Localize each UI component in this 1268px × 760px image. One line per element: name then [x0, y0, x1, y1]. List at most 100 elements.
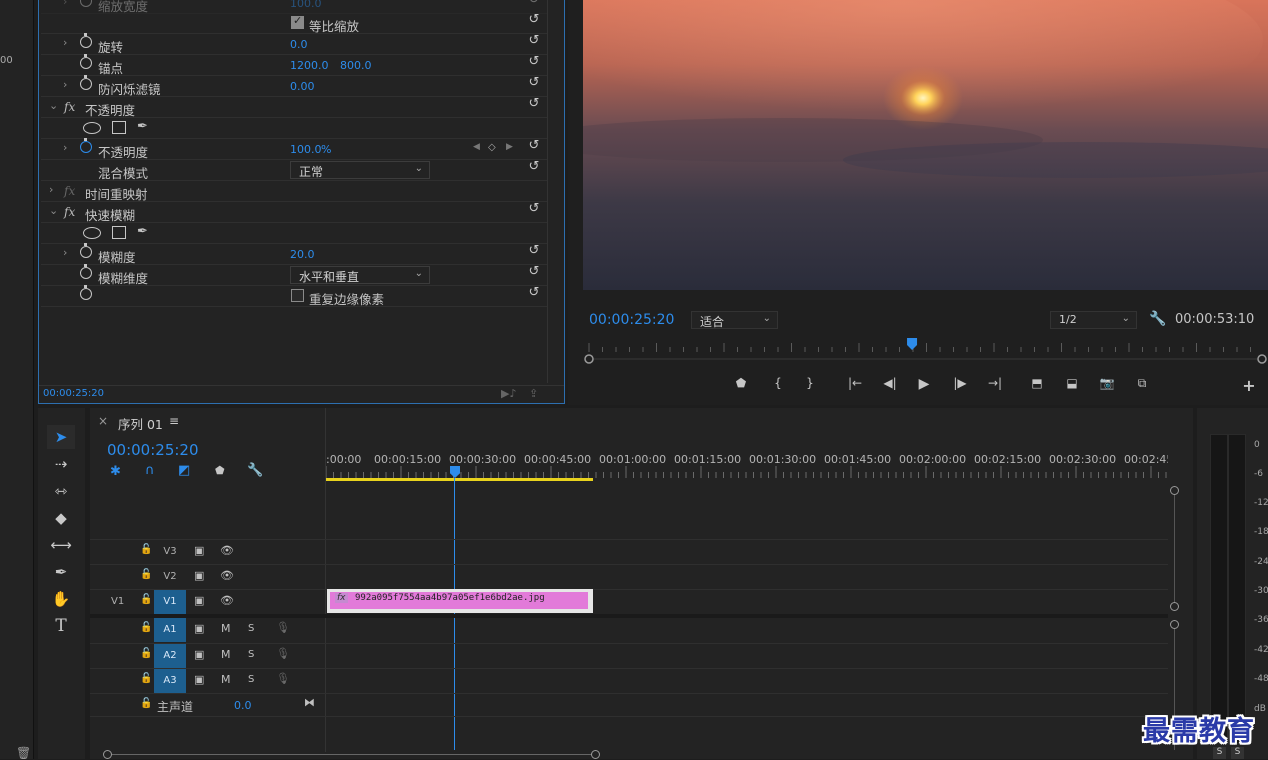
- reset-icon[interactable]: ↺: [527, 97, 541, 111]
- timeline-zoom-bar[interactable]: [107, 754, 597, 755]
- audio-only-icon[interactable]: ▶♪: [501, 387, 516, 400]
- zoom-handle-right[interactable]: [591, 750, 600, 759]
- panel-menu-icon[interactable]: ≡: [169, 414, 179, 428]
- track-name[interactable]: A1: [154, 618, 186, 642]
- pen-tool-icon[interactable]: ✒: [47, 560, 75, 584]
- add-marker-icon[interactable]: ⬟: [215, 464, 225, 477]
- slip-tool-icon[interactable]: ⟷: [47, 533, 75, 557]
- chevron-right-icon[interactable]: ›: [63, 78, 67, 91]
- track-name[interactable]: V1: [154, 590, 186, 614]
- reset-icon[interactable]: ↺: [527, 160, 541, 174]
- stopwatch-icon[interactable]: [80, 0, 92, 7]
- timeline-timecode[interactable]: 00:00:25:20: [107, 441, 199, 459]
- film-icon[interactable]: ▣: [194, 648, 204, 661]
- stopwatch-icon[interactable]: [80, 285, 92, 300]
- eye-icon[interactable]: 👁: [220, 544, 234, 557]
- property-value[interactable]: 100.0: [290, 143, 322, 156]
- source-patch[interactable]: V1: [111, 596, 124, 607]
- add-marker-icon[interactable]: ⬟: [731, 376, 751, 392]
- fx-icon[interactable]: fx: [64, 205, 75, 219]
- chevron-right-icon[interactable]: ›: [63, 0, 67, 8]
- solo-right-button[interactable]: S: [1231, 747, 1244, 759]
- stopwatch-icon[interactable]: [80, 138, 92, 153]
- video-vscroll[interactable]: [1174, 490, 1175, 607]
- add-button-icon[interactable]: +: [1239, 376, 1259, 395]
- chevron-down-icon[interactable]: ⌄: [49, 99, 58, 112]
- program-video-frame[interactable]: [583, 0, 1268, 290]
- extract-icon[interactable]: ⬓: [1062, 376, 1082, 392]
- type-tool-icon[interactable]: T: [47, 614, 75, 638]
- go-to-out-icon[interactable]: →|: [985, 376, 1005, 392]
- lock-icon[interactable]: 🔓: [140, 622, 152, 633]
- row-opacity-effect[interactable]: ⌄ fx 不透明度 ↺: [41, 97, 547, 118]
- lift-icon[interactable]: ⬒: [1027, 376, 1047, 392]
- eye-icon[interactable]: 👁: [220, 569, 234, 582]
- pen-mask-icon[interactable]: ✒: [137, 224, 148, 239]
- ellipse-mask-icon[interactable]: [83, 227, 101, 239]
- ellipse-mask-icon[interactable]: [83, 122, 101, 134]
- track-select-tool-icon[interactable]: ⇢: [47, 452, 75, 476]
- stopwatch-icon[interactable]: [80, 33, 92, 48]
- play-icon[interactable]: ▶: [914, 376, 934, 392]
- nest-toggle-icon[interactable]: ✱: [110, 464, 121, 479]
- reset-icon[interactable]: ↺: [527, 265, 541, 279]
- zoom-handle-left[interactable]: [103, 750, 112, 759]
- repeat-edge-checkbox[interactable]: [291, 289, 304, 302]
- reset-icon[interactable]: ↺: [527, 202, 541, 216]
- scroll-handle-top[interactable]: [1170, 620, 1179, 629]
- microphone-icon[interactable]: 🎙: [276, 621, 290, 634]
- program-timecode[interactable]: 00:00:25:20: [589, 312, 674, 328]
- mark-in-icon[interactable]: {: [768, 376, 788, 392]
- mute-button[interactable]: M: [221, 648, 231, 661]
- film-icon[interactable]: ▣: [194, 594, 204, 607]
- reset-icon[interactable]: ↺: [527, 34, 541, 48]
- prev-keyframe-icon[interactable]: ◀: [473, 142, 480, 152]
- mark-out-icon[interactable]: }: [800, 376, 820, 392]
- mute-button[interactable]: M: [221, 622, 231, 635]
- rectangle-mask-icon[interactable]: [112, 226, 126, 239]
- compare-view-icon[interactable]: ⧉: [1132, 376, 1152, 392]
- chevron-right-icon[interactable]: ›: [49, 183, 53, 196]
- row-fast-blur[interactable]: ⌄ fx 快速模糊 ↺: [41, 202, 547, 223]
- effect-controls-timecode[interactable]: 00:00:25:20: [43, 388, 104, 399]
- property-value[interactable]: 20.0: [290, 248, 315, 261]
- scroll-handle-bottom[interactable]: [1170, 602, 1179, 611]
- stopwatch-icon[interactable]: [80, 75, 92, 90]
- lock-icon[interactable]: 🔓: [140, 673, 152, 684]
- track-name[interactable]: V2: [154, 565, 186, 589]
- next-keyframe-icon[interactable]: ▶: [506, 142, 513, 152]
- stopwatch-icon[interactable]: [80, 264, 92, 279]
- add-keyframe-icon[interactable]: ◇: [488, 142, 496, 153]
- solo-button[interactable]: S: [248, 674, 254, 685]
- step-back-icon[interactable]: ◀|: [880, 376, 900, 392]
- film-icon[interactable]: ▣: [194, 622, 204, 635]
- eye-icon[interactable]: 👁: [220, 594, 234, 607]
- chevron-right-icon[interactable]: ›: [63, 246, 67, 259]
- timeline-clip[interactable]: fx 992a095f7554aa4b97a05ef1e6bd2ae.jpg: [327, 589, 593, 613]
- row-time-remap[interactable]: › fx 时间重映射: [41, 181, 547, 202]
- reset-icon[interactable]: ↺: [527, 244, 541, 258]
- timeline-settings-icon[interactable]: 🔧: [247, 463, 263, 478]
- property-value[interactable]: 0.00: [290, 80, 315, 93]
- microphone-icon[interactable]: 🎙: [276, 647, 290, 660]
- linked-selection-icon[interactable]: ◩: [178, 463, 190, 478]
- property-value[interactable]: 100.0: [290, 0, 322, 10]
- reset-icon[interactable]: ↺: [527, 286, 541, 300]
- fit-dropdown[interactable]: 适合 ⌄: [691, 311, 778, 329]
- go-to-end-icon[interactable]: ⧓: [304, 696, 315, 709]
- hand-tool-icon[interactable]: ✋: [47, 587, 75, 611]
- lock-icon[interactable]: 🔓: [140, 648, 152, 659]
- razor-tool-icon[interactable]: ◆: [47, 506, 75, 530]
- blend-mode-dropdown[interactable]: 正常 ⌄: [290, 161, 430, 179]
- chevron-down-icon[interactable]: ⌄: [49, 204, 58, 217]
- scroll-handle-top[interactable]: [1170, 486, 1179, 495]
- reset-icon[interactable]: ↺: [527, 13, 541, 27]
- track-name[interactable]: A3: [154, 669, 186, 693]
- property-value[interactable]: 1200.0: [290, 59, 329, 72]
- wrench-icon[interactable]: 🔧: [1149, 311, 1166, 327]
- selection-tool-icon[interactable]: ➤: [47, 425, 75, 449]
- reset-icon[interactable]: ↺: [527, 0, 541, 7]
- track-name[interactable]: A2: [154, 644, 186, 668]
- film-icon[interactable]: ▣: [194, 569, 204, 582]
- solo-button[interactable]: S: [248, 649, 254, 660]
